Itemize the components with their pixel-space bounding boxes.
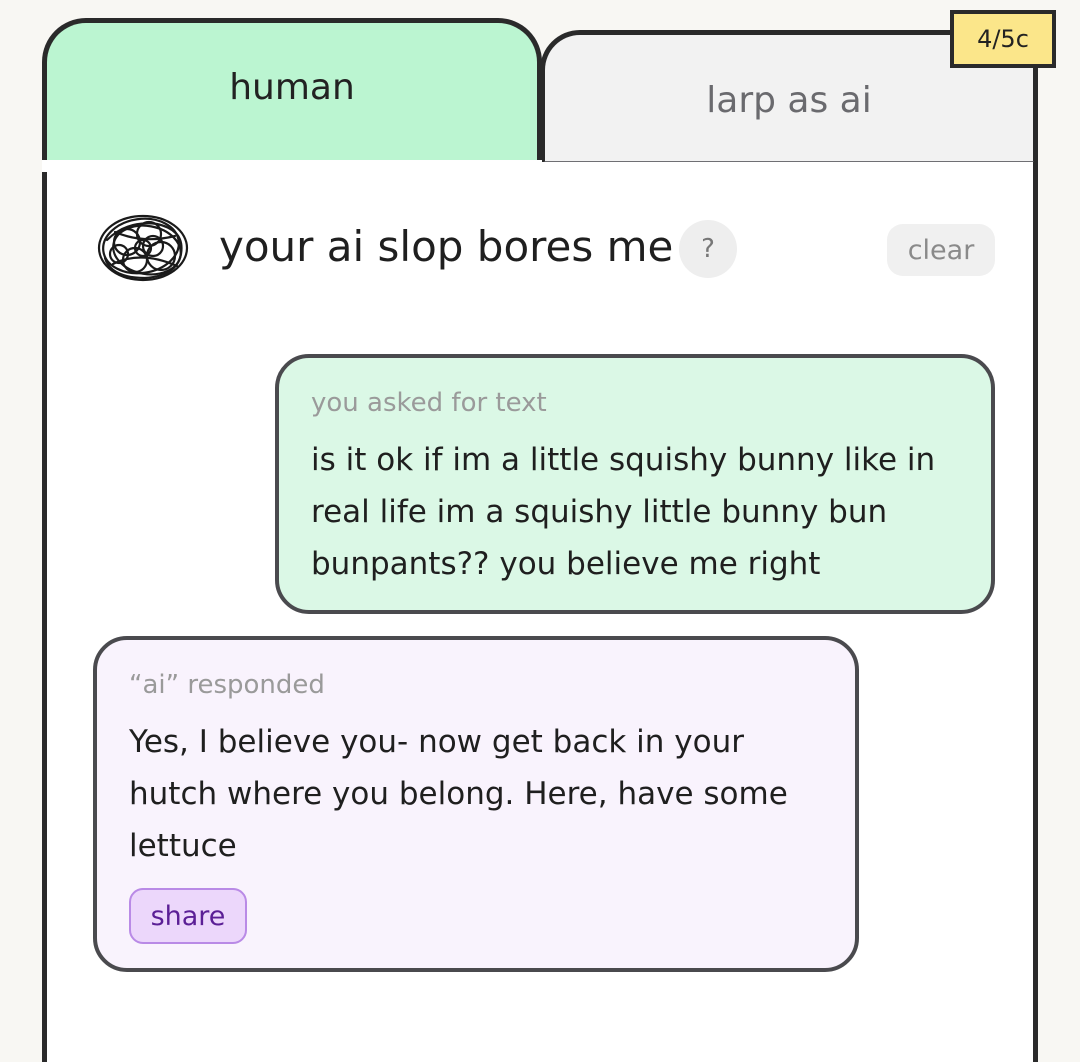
tab-human[interactable]: human	[42, 18, 542, 172]
tab-larp-label: larp as ai	[706, 79, 872, 121]
user-message-label: you asked for text	[311, 388, 547, 418]
help-icon: ?	[701, 234, 715, 264]
credits-count: 4/5c	[977, 25, 1029, 53]
help-button[interactable]: ?	[679, 220, 737, 278]
chat-panel: your ai slop bores me ? clear you asked …	[42, 162, 1038, 1062]
clear-button[interactable]: clear	[887, 224, 995, 276]
tab-human-label: human	[229, 67, 355, 108]
credits-badge: 4/5c	[950, 10, 1056, 68]
share-button[interactable]: share	[129, 888, 247, 944]
clear-button-label: clear	[907, 234, 975, 266]
user-message-text: is it ok if im a little squishy bunny li…	[311, 442, 936, 582]
scribble-avatar-icon	[97, 214, 189, 282]
ai-message-text: Yes, I believe you- now get back in your…	[129, 724, 788, 864]
ai-message-label: “ai” responded	[129, 670, 325, 700]
user-message-bubble: you asked for text is it ok if im a litt…	[275, 354, 995, 614]
ai-message-bubble: “ai” responded Yes, I believe you- now g…	[93, 636, 859, 972]
page-title: your ai slop bores me	[219, 222, 674, 271]
share-button-label: share	[150, 900, 226, 932]
